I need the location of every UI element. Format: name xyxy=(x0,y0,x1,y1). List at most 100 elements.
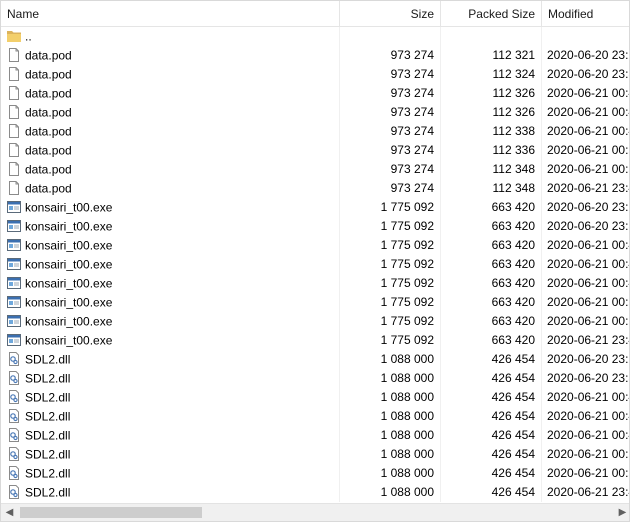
file-row[interactable]: data.pod 973 274 112 321 2020-06-20 23:2 xyxy=(1,46,630,65)
file-modified: 2020-06-20 23:2 xyxy=(547,352,630,366)
file-row[interactable]: SDL2.dll 1 088 000 426 454 2020-06-21 00:4 xyxy=(1,426,629,445)
exe-icon xyxy=(6,256,22,272)
file-row[interactable]: konsairi_t00.exe 1 775 092 663 420 2020-06-… xyxy=(1,198,630,217)
horizontal-scrollbar[interactable]: ◀ ▶ xyxy=(1,503,629,521)
file-name: SDL2.dll xyxy=(25,447,71,462)
file-row[interactable]: konsairi_t00.exe 1 775 092 663 420 2020-06-… xyxy=(1,274,629,293)
file-row[interactable]: data.pod 973 274 112 336 2020-06-21 00:5 xyxy=(1,141,629,160)
file-row[interactable]: konsairi_t00.exe 1 775 092 663 420 2020-06-… xyxy=(1,217,629,236)
dll-icon xyxy=(6,446,22,462)
file-packed-size: 426 454 xyxy=(441,350,542,369)
file-size: 1 775 092 xyxy=(340,236,441,255)
file-row[interactable]: data.pod 973 274 112 348 2020-06-21 23:4 xyxy=(1,179,629,198)
file-name-cell: konsairi_t00.exe xyxy=(1,255,340,274)
file-row[interactable]: konsairi_t00.exe 1 775 092 663 420 2020-06-… xyxy=(1,331,629,350)
file-name: SDL2.dll xyxy=(25,409,71,424)
file-packed-size: 663 420 xyxy=(441,312,542,331)
file-modified: 2020-06-21 00:4 xyxy=(547,390,630,404)
dll-icon xyxy=(6,427,22,443)
file-name: SDL2.dll xyxy=(25,352,71,367)
file-name-cell: SDL2.dll xyxy=(1,483,340,502)
file-size: 1 775 092 xyxy=(340,312,441,331)
file-name-cell: konsairi_t00.exe xyxy=(1,198,340,217)
column-header-modified[interactable]: Modified xyxy=(542,1,629,27)
chevron-left-icon[interactable]: ◀ xyxy=(1,504,18,521)
column-header-size[interactable]: Size xyxy=(340,1,441,27)
file-packed-size: 112 348 xyxy=(441,179,542,198)
file-packed-size: 663 420 xyxy=(441,255,542,274)
file-row[interactable]: SDL2.dll 1 088 000 426 454 2020-06-21 23:4 xyxy=(1,483,629,502)
file-row[interactable]: SDL2.dll 1 088 000 426 454 2020-06-21 00:5 xyxy=(1,464,629,483)
file-row[interactable]: data.pod 973 274 112 326 2020-06-21 00:4 xyxy=(1,84,630,103)
column-header-packed-size[interactable]: Packed Size xyxy=(441,1,542,27)
file-packed-size: 426 454 xyxy=(441,407,542,426)
column-header: Name Size Packed Size Modified xyxy=(1,1,629,27)
file-icon xyxy=(6,161,22,177)
exe-icon xyxy=(6,237,22,253)
file-modified: 2020-06-21 00:4 xyxy=(547,409,630,423)
file-modified: 2020-06-20 23:2 xyxy=(547,48,630,62)
file-name-cell: data.pod xyxy=(1,84,340,103)
file-name: konsairi_t00.exe xyxy=(25,238,113,253)
file-row[interactable]: SDL2.dll 1 088 000 426 454 2020-06-20 23:2 xyxy=(1,350,630,369)
file-packed-size: 663 420 xyxy=(441,217,542,236)
file-row[interactable]: konsairi_t00.exe 1 775 092 663 420 2020-06-… xyxy=(1,293,629,312)
file-packed-size: 663 420 xyxy=(441,293,542,312)
file-size: 1 775 092 xyxy=(340,331,441,350)
dll-icon xyxy=(6,408,22,424)
file-name-cell: konsairi_t00.exe xyxy=(1,331,340,350)
file-name-cell: data.pod xyxy=(1,122,340,141)
file-name: SDL2.dll xyxy=(25,466,71,481)
file-row[interactable]: SDL2.dll 1 088 000 426 454 2020-06-20 23:3 xyxy=(1,369,629,388)
file-packed-size: 426 454 xyxy=(441,464,542,483)
file-name-cell: data.pod xyxy=(1,160,340,179)
column-header-name[interactable]: Name xyxy=(1,1,340,27)
file-row[interactable]: data.pod 973 274 112 348 2020-06-21 00:5 xyxy=(1,160,629,179)
file-row[interactable]: konsairi_t00.exe 1 775 092 663 420 2020-06-… xyxy=(1,312,630,331)
file-size: 973 274 xyxy=(340,122,441,141)
file-modified: 2020-06-20 23:2 xyxy=(547,200,630,214)
file-name-cell: SDL2.dll xyxy=(1,407,340,426)
file-packed-size: 112 348 xyxy=(441,160,542,179)
file-row[interactable]: SDL2.dll 1 088 000 426 454 2020-06-21 00:4 xyxy=(1,407,630,426)
dll-icon xyxy=(6,370,22,386)
file-name: konsairi_t00.exe xyxy=(25,257,113,272)
file-modified: 2020-06-21 00:4 xyxy=(547,86,630,100)
file-name-cell: SDL2.dll xyxy=(1,369,340,388)
file-modified: 2020-06-21 00:4 xyxy=(547,124,630,138)
file-name: data.pod xyxy=(25,124,72,139)
file-size: 1 088 000 xyxy=(340,369,441,388)
file-row[interactable]: konsairi_t00.exe 1 775 092 663 420 2020-06-… xyxy=(1,236,629,255)
file-name: konsairi_t00.exe xyxy=(25,200,113,215)
file-size: 1 088 000 xyxy=(340,464,441,483)
file-packed-size: 426 454 xyxy=(441,369,542,388)
file-name: konsairi_t00.exe xyxy=(25,276,113,291)
file-size: 973 274 xyxy=(340,160,441,179)
file-name: data.pod xyxy=(25,48,72,63)
chevron-right-icon[interactable]: ▶ xyxy=(614,504,629,521)
file-row[interactable]: SDL2.dll 1 088 000 426 454 2020-06-21 00:5 xyxy=(1,445,629,464)
file-packed-size: 663 420 xyxy=(441,274,542,293)
dll-icon xyxy=(6,389,22,405)
dll-icon xyxy=(6,465,22,481)
parent-folder-row[interactable]: .. xyxy=(1,27,629,46)
file-row[interactable]: data.pod 973 274 112 338 2020-06-21 00:4 xyxy=(1,122,630,141)
file-name: data.pod xyxy=(25,86,72,101)
file-row[interactable]: konsairi_t00.exe 1 775 092 663 420 2020-06-… xyxy=(1,255,629,274)
file-icon xyxy=(6,180,22,196)
file-name-cell: konsairi_t00.exe xyxy=(1,274,340,293)
file-size: 973 274 xyxy=(340,141,441,160)
file-size: 1 088 000 xyxy=(340,350,441,369)
file-name-cell: konsairi_t00.exe xyxy=(1,217,340,236)
scrollbar-thumb[interactable] xyxy=(20,507,202,518)
file-size: 1 088 000 xyxy=(340,445,441,464)
file-row[interactable]: SDL2.dll 1 088 000 426 454 2020-06-21 00:4 xyxy=(1,388,630,407)
file-name-cell: data.pod xyxy=(1,141,340,160)
file-name: konsairi_t00.exe xyxy=(25,314,113,329)
file-row[interactable]: data.pod 973 274 112 326 2020-06-21 00:4 xyxy=(1,103,629,122)
file-icon xyxy=(6,66,22,82)
file-name-cell: data.pod xyxy=(1,179,340,198)
file-modified: 2020-06-21 00:5 xyxy=(547,314,630,328)
parent-folder-cell: .. xyxy=(1,27,340,46)
file-row[interactable]: data.pod 973 274 112 324 2020-06-20 23:3 xyxy=(1,65,629,84)
